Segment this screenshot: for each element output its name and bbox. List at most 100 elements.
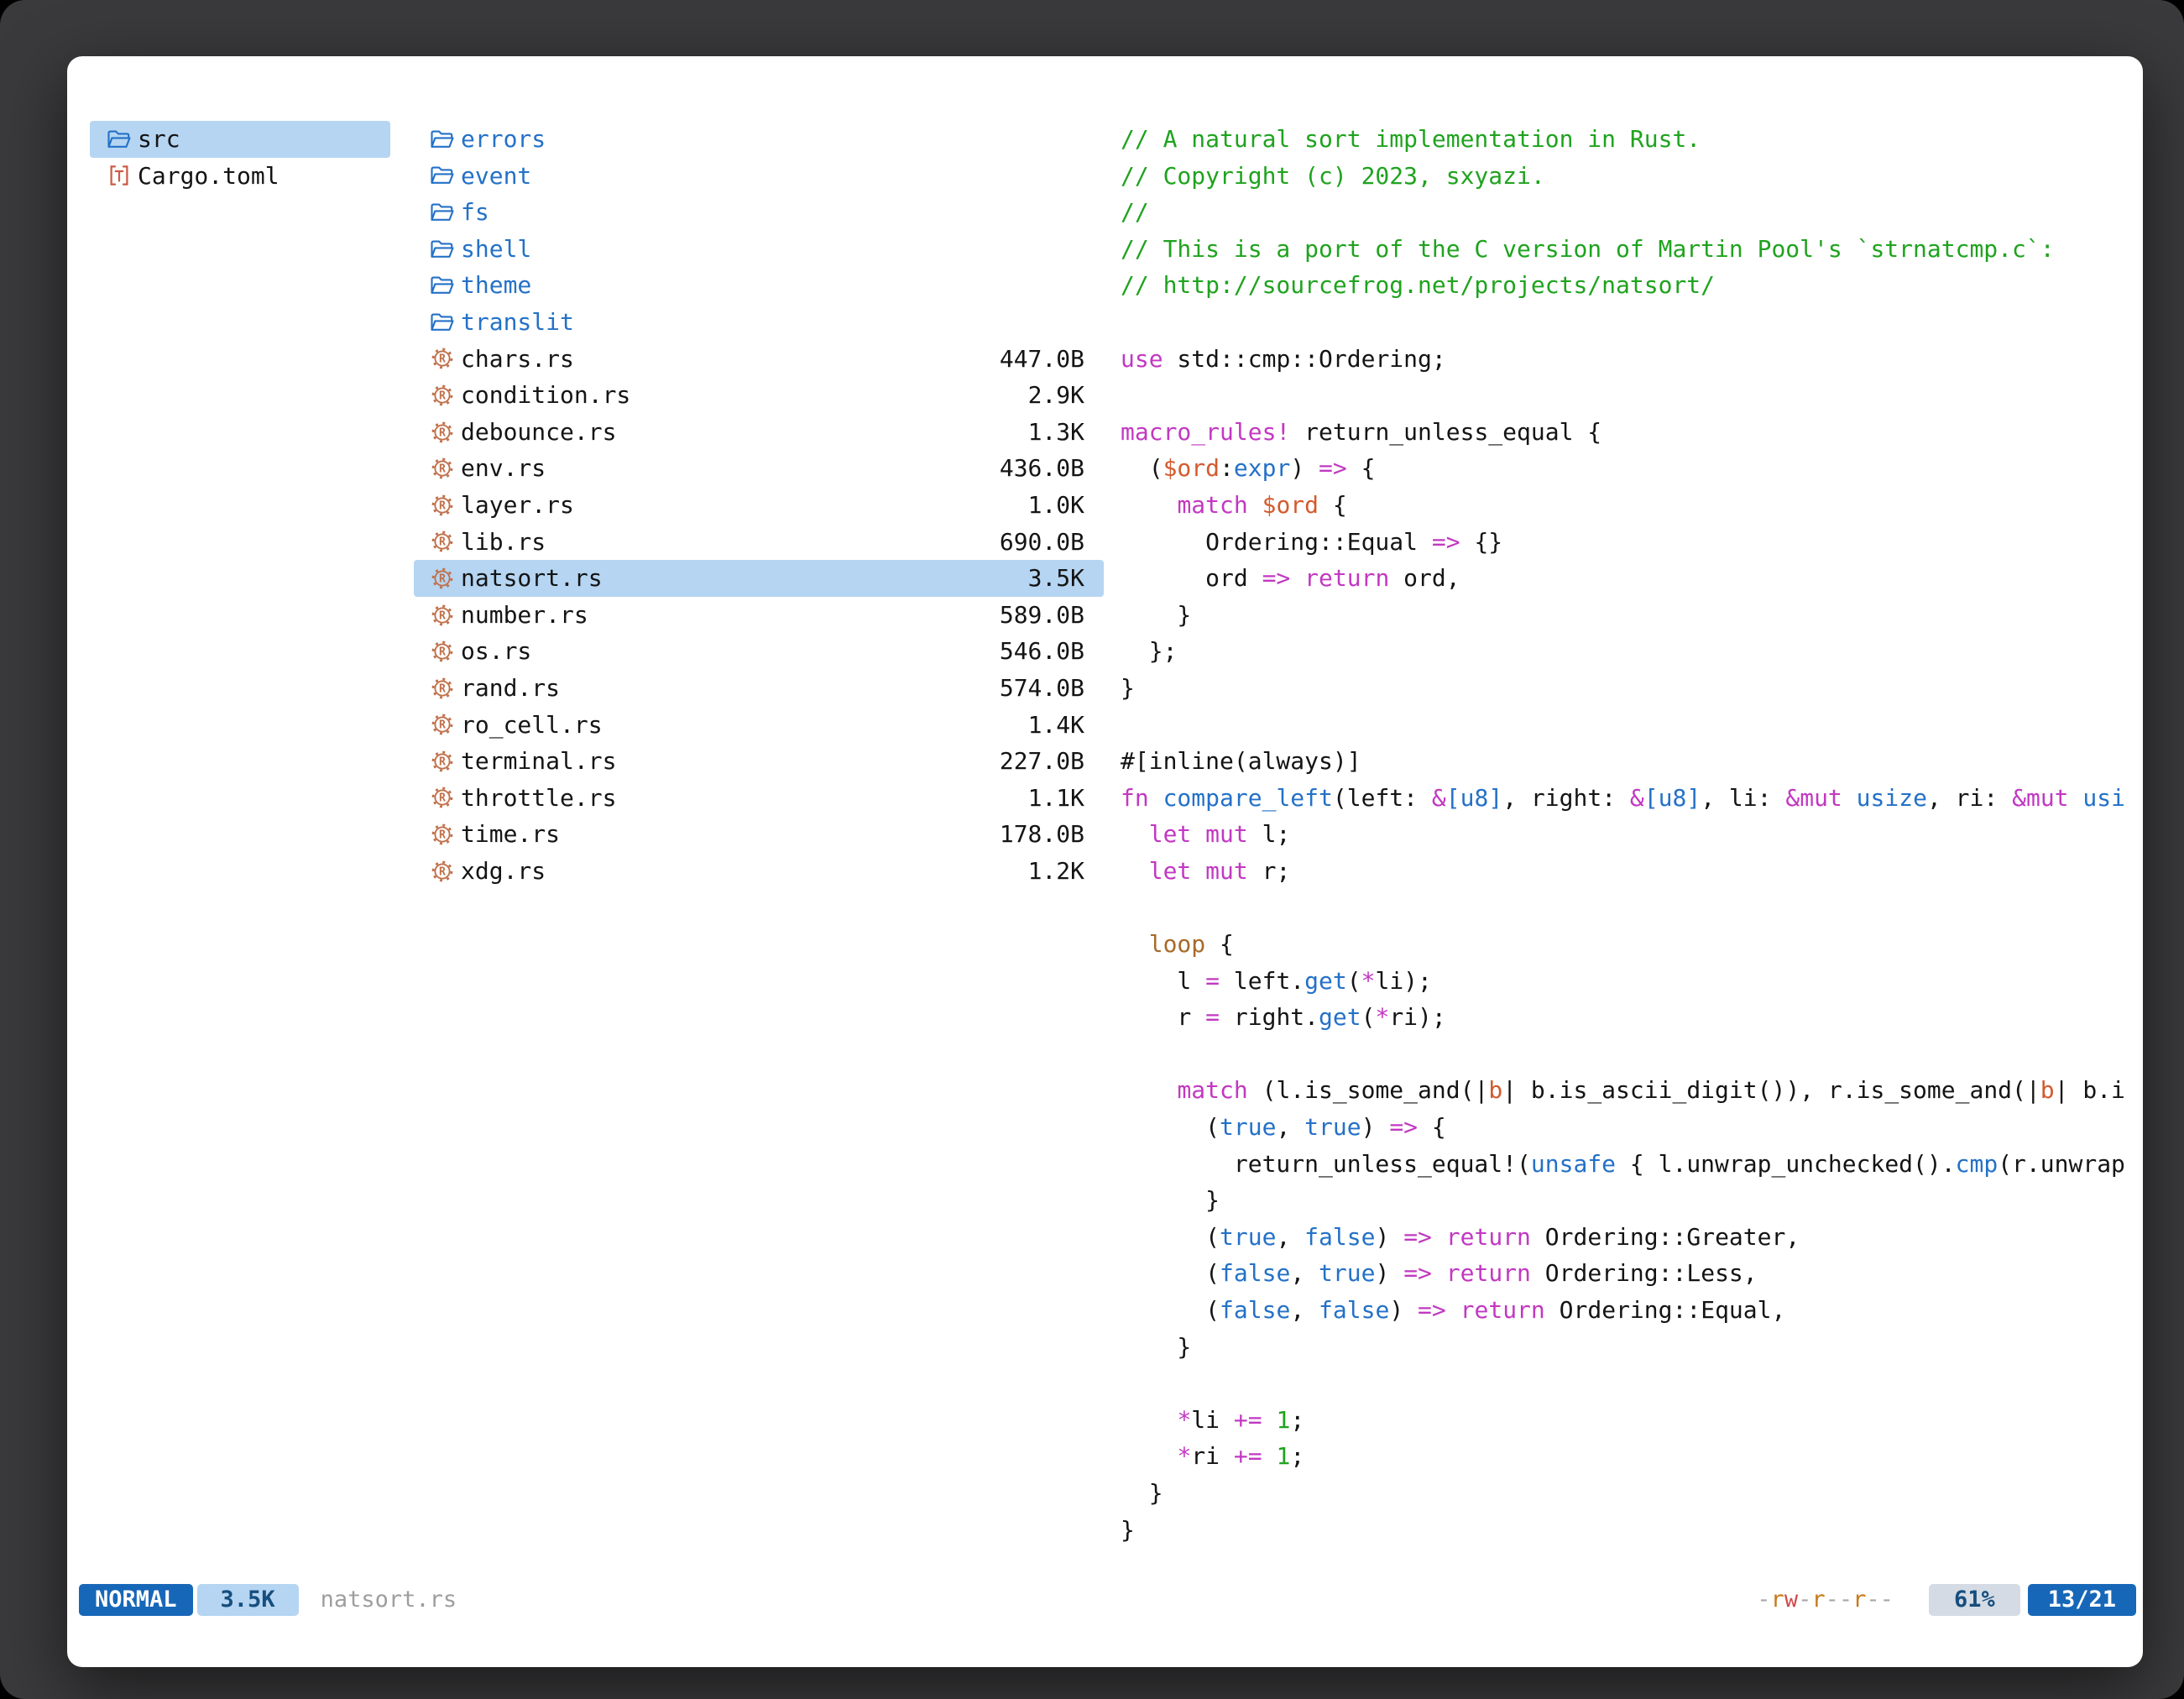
file-item-debounce.rs[interactable]: R debounce.rs1.3K	[414, 414, 1104, 451]
file-item-terminal.rs[interactable]: R terminal.rs 227.0B	[414, 743, 1104, 780]
item-size: 447.0B	[991, 341, 1084, 378]
code-line: //	[1121, 194, 2124, 231]
item-size: 1.2K	[1020, 853, 1084, 890]
statusbar: NORMAL 3.5K natsort.rs -rw-r--r-- 61% 13…	[79, 1584, 2136, 1616]
file-item-shell[interactable]: shell	[414, 231, 1104, 268]
file-item-natsort.rs[interactable]: R natsort.rs3.5K	[414, 560, 1104, 597]
parent-item-Cargo.toml[interactable]: Cargo.toml	[90, 158, 390, 195]
svg-text:R: R	[439, 646, 446, 659]
code-line: r = right.get(*ri);	[1121, 999, 2124, 1036]
code-line: (false, false) => return Ordering::Equal…	[1121, 1292, 2124, 1329]
file-item-chars.rs[interactable]: R chars.rs 447.0B	[414, 341, 1104, 378]
rust-file-icon: R	[430, 456, 455, 481]
code-line: // This is a port of the C version of Ma…	[1121, 231, 2124, 268]
svg-text:R: R	[439, 792, 446, 805]
svg-text:R: R	[439, 573, 446, 586]
item-size: 227.0B	[991, 743, 1084, 780]
item-label: time.rs	[461, 816, 560, 853]
rust-file-icon: R	[430, 493, 455, 518]
rust-file-icon: R	[430, 712, 455, 737]
rust-file-icon: R	[430, 749, 455, 774]
code-line: match $ord {	[1121, 487, 2124, 524]
rust-file-icon: R	[430, 603, 455, 628]
folder-open-icon	[107, 127, 132, 152]
code-line: // http://sourcefrog.net/projects/natsor…	[1121, 267, 2124, 304]
parent-pane: src Cargo.toml	[90, 121, 390, 194]
item-size: 1.0K	[1020, 487, 1084, 524]
code-line: }	[1121, 1512, 2124, 1549]
item-size: 3.5K	[1020, 560, 1084, 597]
folder-open-icon	[430, 310, 455, 335]
file-item-xdg.rs[interactable]: R xdg.rs1.2K	[414, 853, 1104, 890]
code-line: macro_rules! return_unless_equal {	[1121, 414, 2124, 451]
item-label: rand.rs	[461, 670, 560, 707]
svg-text:R: R	[439, 390, 446, 403]
file-item-env.rs[interactable]: R env.rs436.0B	[414, 450, 1104, 487]
rust-file-icon: R	[430, 529, 455, 554]
item-label: errors	[461, 121, 546, 158]
code-line	[1121, 377, 2124, 414]
file-item-os.rs[interactable]: R os.rs546.0B	[414, 633, 1104, 670]
item-size: 1.1K	[1020, 780, 1084, 817]
svg-text:R: R	[439, 756, 446, 769]
item-label: translit	[461, 304, 574, 341]
code-line	[1121, 889, 2124, 926]
folder-open-icon	[430, 127, 455, 152]
item-label: condition.rs	[461, 377, 630, 414]
svg-text:R: R	[439, 426, 446, 439]
desktop-background: src Cargo.toml errors event fs shell the…	[0, 0, 2184, 1699]
rust-file-icon: R	[430, 383, 455, 408]
item-label: os.rs	[461, 633, 531, 670]
code-line: #[inline(always)]	[1121, 743, 2124, 780]
file-item-event[interactable]: event	[414, 158, 1104, 195]
file-item-layer.rs[interactable]: R layer.rs 1.0K	[414, 487, 1104, 524]
file-item-lib.rs[interactable]: R lib.rs690.0B	[414, 524, 1104, 561]
svg-text:R: R	[439, 499, 446, 512]
file-item-number.rs[interactable]: R number.rs589.0B	[414, 597, 1104, 634]
svg-text:R: R	[439, 829, 446, 842]
item-size: 2.9K	[1020, 377, 1084, 414]
code-line: }	[1121, 1329, 2124, 1366]
scroll-percent-badge: 61%	[1929, 1584, 2020, 1616]
rust-file-icon: R	[430, 676, 455, 701]
code-line: use std::cmp::Ordering;	[1121, 341, 2124, 378]
code-line	[1121, 707, 2124, 744]
file-size-badge: 3.5K	[197, 1584, 299, 1616]
item-label: terminal.rs	[461, 743, 616, 780]
code-line: loop {	[1121, 926, 2124, 963]
item-label: fs	[461, 194, 489, 231]
rust-file-icon: R	[430, 346, 455, 371]
permissions: -rw-r--r--	[1757, 1581, 1894, 1618]
code-line: }	[1121, 1475, 2124, 1512]
item-label: event	[461, 158, 531, 195]
preview-pane[interactable]: // A natural sort implementation in Rust…	[1121, 121, 2124, 1566]
file-item-translit[interactable]: translit	[414, 304, 1104, 341]
svg-text:R: R	[439, 609, 446, 622]
file-item-throttle.rs[interactable]: R throttle.rs1.1K	[414, 780, 1104, 817]
file-item-time.rs[interactable]: R time.rs178.0B	[414, 816, 1104, 853]
rust-file-icon: R	[430, 420, 455, 445]
code-line: };	[1121, 633, 2124, 670]
file-item-condition.rs[interactable]: R condition.rs 2.9K	[414, 377, 1104, 414]
folder-open-icon	[430, 163, 455, 188]
code-line: }	[1121, 597, 2124, 634]
code-line: *ri += 1;	[1121, 1438, 2124, 1475]
item-label: chars.rs	[461, 341, 574, 378]
rust-file-icon: R	[430, 566, 455, 591]
code-line: fn compare_left(left: &[u8], right: &[u8…	[1121, 780, 2124, 817]
statusbar-right: -rw-r--r-- 61% 13/21	[1757, 1581, 2136, 1618]
item-size: 436.0B	[991, 450, 1084, 487]
code-line: *li += 1;	[1121, 1402, 2124, 1439]
item-label: layer.rs	[461, 487, 574, 524]
parent-item-src[interactable]: src	[90, 121, 390, 158]
file-item-rand.rs[interactable]: R rand.rs 574.0B	[414, 670, 1104, 707]
folder-open-icon	[430, 237, 455, 262]
file-item-errors[interactable]: errors	[414, 121, 1104, 158]
item-label: number.rs	[461, 597, 588, 634]
file-item-theme[interactable]: theme	[414, 267, 1104, 304]
item-size: 574.0B	[991, 670, 1084, 707]
file-item-fs[interactable]: fs	[414, 194, 1104, 231]
svg-text:R: R	[439, 463, 446, 476]
code-line: }	[1121, 670, 2124, 707]
file-item-ro_cell.rs[interactable]: R ro_cell.rs1.4K	[414, 707, 1104, 744]
